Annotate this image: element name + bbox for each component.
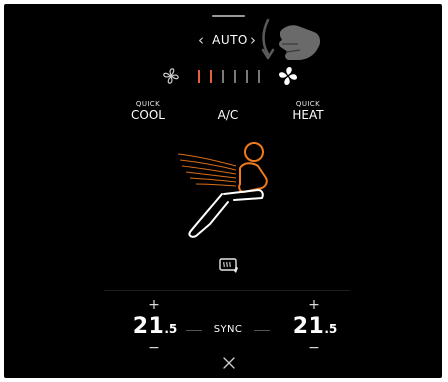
fan-level-bar[interactable] bbox=[246, 70, 248, 83]
fan-level-bar[interactable] bbox=[258, 70, 260, 83]
drag-handle[interactable] bbox=[212, 15, 245, 17]
left-temp-increase-button[interactable]: + bbox=[147, 298, 161, 312]
rear-window-defrost-icon[interactable] bbox=[218, 256, 240, 276]
mode-selector: ‹ AUTO › bbox=[4, 30, 442, 50]
sync-connector-right bbox=[254, 330, 270, 331]
fan-level-bar[interactable] bbox=[234, 70, 236, 83]
quick-cool-small-label: QUICK bbox=[135, 100, 161, 108]
fan-level-bar[interactable] bbox=[222, 70, 224, 83]
fan-level-bar[interactable] bbox=[198, 70, 200, 83]
left-temperature-value[interactable]: 21.5 bbox=[130, 314, 180, 339]
right-temp-integer: 21 bbox=[292, 314, 325, 339]
sync-button[interactable]: SYNC bbox=[204, 323, 252, 337]
quick-heat-small-label: QUICK bbox=[295, 100, 321, 108]
fan-high-icon[interactable] bbox=[278, 66, 298, 86]
fan-speed-control[interactable] bbox=[4, 62, 442, 90]
climate-panel: ‹ AUTO › QUICK COOL A/C QUICK HEAT + 21.… bbox=[4, 4, 442, 378]
right-temp-decrease-button[interactable]: − bbox=[307, 341, 321, 355]
right-temp-decimal: .5 bbox=[324, 322, 338, 336]
fan-level-bars[interactable] bbox=[194, 70, 266, 84]
quick-heat-button[interactable]: QUICK HEAT bbox=[288, 100, 328, 122]
right-temperature-control: + 21.5 − bbox=[290, 298, 340, 358]
quick-heat-label: HEAT bbox=[292, 108, 324, 122]
right-temperature-value[interactable]: 21.5 bbox=[290, 314, 340, 339]
ac-button[interactable]: A/C bbox=[208, 108, 248, 122]
quick-cool-label: COOL bbox=[131, 108, 165, 122]
right-temp-increase-button[interactable]: + bbox=[307, 298, 321, 312]
left-temp-integer: 21 bbox=[132, 314, 165, 339]
divider bbox=[104, 290, 350, 291]
chevron-right-icon[interactable]: › bbox=[250, 30, 256, 50]
left-temp-decimal: .5 bbox=[164, 322, 178, 336]
sync-connector-left bbox=[186, 330, 202, 331]
quick-cool-button[interactable]: QUICK COOL bbox=[128, 100, 168, 122]
seat-airflow-icon[interactable] bbox=[174, 132, 284, 244]
mode-label[interactable]: AUTO bbox=[212, 30, 248, 50]
fan-level-bar[interactable] bbox=[210, 70, 212, 83]
close-icon[interactable] bbox=[222, 356, 236, 370]
fan-low-icon[interactable] bbox=[162, 67, 180, 85]
chevron-left-icon[interactable]: ‹ bbox=[198, 30, 204, 50]
left-temperature-control: + 21.5 − bbox=[130, 298, 180, 358]
left-temp-decrease-button[interactable]: − bbox=[147, 341, 161, 355]
